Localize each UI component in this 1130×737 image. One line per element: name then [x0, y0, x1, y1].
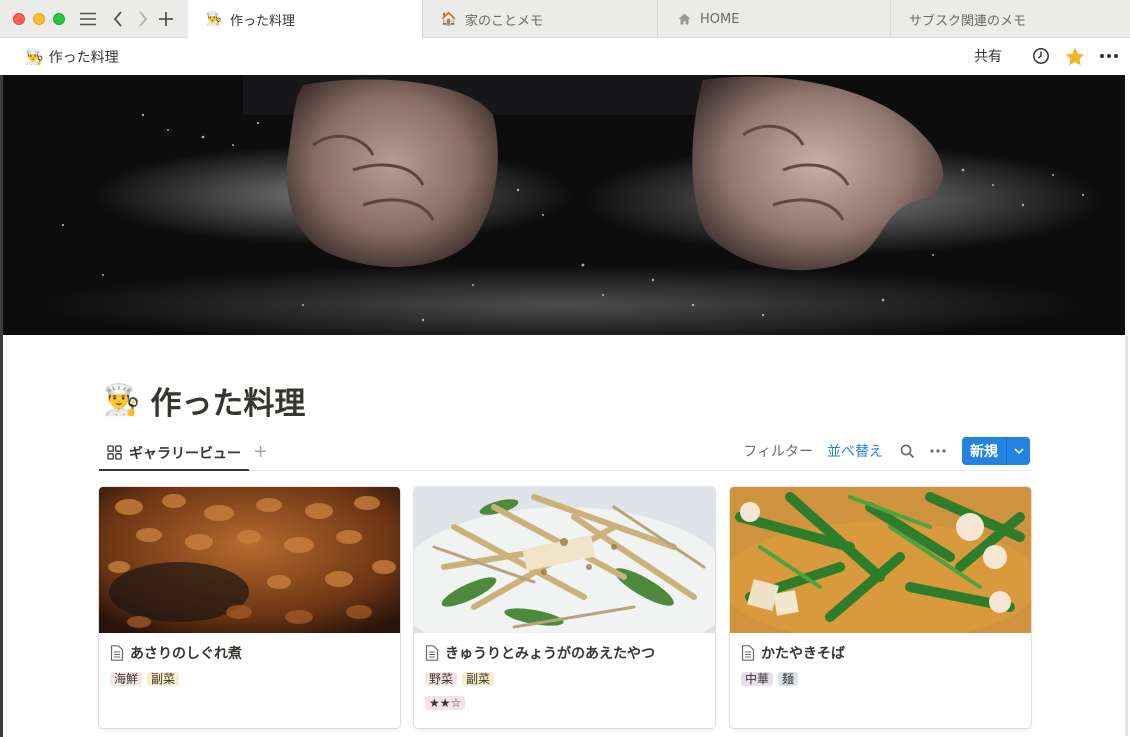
- tag-badge: 副菜: [147, 672, 180, 686]
- rating-badge: ★★☆: [425, 696, 466, 710]
- document-icon: [425, 645, 439, 661]
- new-tab-icon[interactable]: [155, 8, 177, 30]
- more-options-icon[interactable]: [928, 441, 948, 461]
- breadcrumb[interactable]: 👨‍🍳 作った料理: [25, 47, 119, 67]
- card-title-text: きゅうりとみょうがのあえたやつ: [445, 646, 655, 662]
- document-icon: [741, 645, 755, 661]
- tab-home[interactable]: HOME: [657, 0, 890, 38]
- card-title-text: あさりのしぐれ煮: [130, 646, 242, 662]
- tab-subscription-memo[interactable]: サブスク関連のメモ: [890, 0, 1130, 38]
- tag-badge: 麺: [778, 672, 799, 686]
- card-title[interactable]: きゅうりとみょうがのあえたやつ: [425, 643, 655, 663]
- tag-badge: 副菜: [462, 672, 495, 686]
- card-title-text: かたやきそば: [761, 646, 845, 662]
- cook-emoji-icon: 👨‍🍳: [205, 11, 223, 27]
- card-rating: ★★☆: [425, 696, 470, 710]
- page-title[interactable]: 👨‍🍳 作った料理: [103, 378, 305, 423]
- tab-label: HOME: [700, 11, 740, 27]
- document-icon: [110, 645, 124, 661]
- more-options-icon[interactable]: [1098, 45, 1120, 67]
- card-cover-image: [414, 487, 715, 633]
- gallery-card[interactable]: きゅうりとみょうがのあえたやつ 野菜 副菜 ★★☆: [414, 487, 715, 728]
- minimize-window-button[interactable]: [33, 13, 45, 25]
- card-cover-image: [99, 487, 400, 633]
- back-icon[interactable]: [107, 8, 129, 30]
- new-entry-button[interactable]: 新規: [962, 437, 1030, 465]
- gallery-card[interactable]: あさりのしぐれ煮 海鮮 副菜: [99, 487, 400, 728]
- tag-badge: 野菜: [425, 672, 458, 686]
- close-window-button[interactable]: [13, 13, 25, 25]
- house-emoji-icon: 🏠: [440, 11, 458, 27]
- favorite-star-icon[interactable]: [1064, 45, 1086, 67]
- card-tags: 海鮮 副菜: [110, 672, 184, 686]
- search-icon[interactable]: [897, 441, 917, 461]
- page-top-bar: 👨‍🍳 作った料理 共有: [0, 38, 1130, 75]
- page-cover-image[interactable]: [3, 75, 1125, 335]
- tab-label: 作った料理: [230, 13, 296, 29]
- page-title-text[interactable]: 作った料理: [150, 378, 305, 423]
- filter-button[interactable]: フィルター: [743, 441, 813, 461]
- tab-gallery-view[interactable]: ギャラリービュー: [99, 436, 249, 471]
- page-scrollbar[interactable]: [1125, 336, 1128, 736]
- card-title[interactable]: あさりのしぐれ煮: [110, 643, 242, 663]
- card-tags: 中華 麺: [741, 672, 803, 686]
- tab-label: サブスク関連のメモ: [909, 13, 1027, 29]
- sidebar-menu-icon[interactable]: [77, 8, 99, 30]
- card-title[interactable]: かたやきそば: [741, 643, 845, 663]
- browser-tab-bar: 👨‍🍳 作った料理 🏠 家のことメモ HOME サブスク関連のメモ: [0, 0, 1130, 38]
- tab-cooked-dishes[interactable]: 👨‍🍳 作った料理: [188, 0, 422, 38]
- chevron-down-icon[interactable]: [1006, 437, 1030, 465]
- cook-emoji-icon[interactable]: 👨‍🍳: [103, 383, 140, 418]
- home-icon: [676, 11, 692, 27]
- card-tags: 野菜 副菜: [425, 672, 499, 686]
- card-cover-image: [730, 487, 1031, 633]
- view-tab-label: ギャラリービュー: [129, 445, 241, 462]
- gallery-card[interactable]: かたやきそば 中華 麺: [730, 487, 1031, 728]
- breadcrumb-label: 作った料理: [48, 50, 119, 66]
- forward-icon[interactable]: [132, 8, 154, 30]
- history-clock-icon[interactable]: [1030, 45, 1052, 67]
- new-button-label: 新規: [970, 444, 998, 460]
- tag-badge: 海鮮: [110, 672, 143, 686]
- tag-badge: 中華: [741, 672, 774, 686]
- tab-house-memo[interactable]: 🏠 家のことメモ: [422, 0, 657, 38]
- database-view-bar: ギャラリービュー + フィルター 並べ替え 新規: [99, 436, 1030, 471]
- tab-label: 家のことメモ: [465, 13, 544, 29]
- add-view-button[interactable]: +: [253, 441, 268, 462]
- sort-button[interactable]: 並べ替え: [827, 441, 883, 461]
- gallery-grid-icon: [107, 445, 122, 460]
- cook-emoji-icon: 👨‍🍳: [25, 48, 44, 66]
- zoom-window-button[interactable]: [53, 13, 65, 25]
- share-button[interactable]: 共有: [974, 46, 1002, 66]
